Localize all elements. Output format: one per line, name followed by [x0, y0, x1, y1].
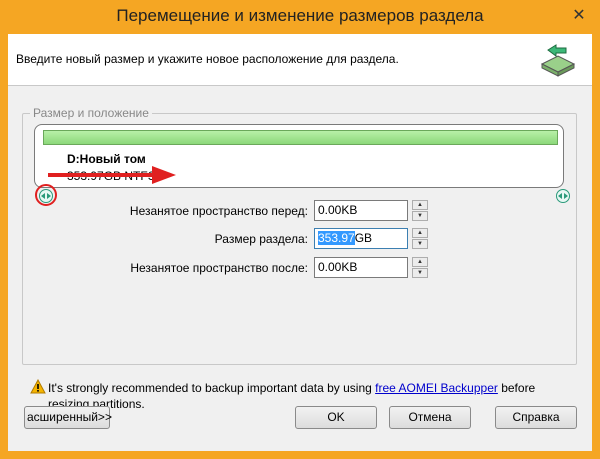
spin-down-icon[interactable]: ▼: [412, 239, 428, 249]
dialog-window: Перемещение и изменение размеров раздела…: [0, 0, 600, 459]
warning-text-before: It's strongly recommended to backup impo…: [48, 381, 376, 395]
advanced-button[interactable]: асширенный>>: [24, 406, 112, 429]
disk-move-icon: [540, 44, 576, 77]
cancel-button[interactable]: Отмена: [389, 406, 471, 429]
help-button[interactable]: Справка: [495, 406, 577, 429]
partition-size-spinner[interactable]: ▲ ▼: [412, 228, 428, 249]
dialog-client: Введите новый размер и укажите новое рас…: [8, 34, 592, 451]
close-button[interactable]: ✕: [568, 6, 590, 26]
title-bar[interactable]: Перемещение и изменение размеров раздела…: [0, 0, 600, 34]
instruction-text: Введите новый размер и укажите новое рас…: [16, 52, 399, 66]
unalloc-before-input[interactable]: 0.00KB: [314, 200, 408, 221]
partition-bar[interactable]: [43, 130, 558, 145]
partition-name: D:Новый том: [67, 152, 146, 166]
selected-size-value: 353.97: [318, 231, 355, 245]
partition-size-input[interactable]: 353.97GB: [314, 228, 408, 249]
spin-up-icon[interactable]: ▲: [412, 200, 428, 210]
size-unit: GB: [354, 231, 373, 245]
unalloc-before-label: Незанятое пространство перед:: [129, 204, 308, 218]
ok-button[interactable]: OK: [295, 406, 377, 429]
unalloc-after-label: Незанятое пространство после:: [130, 261, 308, 275]
unalloc-after-spinner[interactable]: ▲ ▼: [412, 257, 428, 278]
backupper-link[interactable]: free AOMEI Backupper: [375, 381, 498, 395]
dialog-header: Введите новый размер и укажите новое рас…: [8, 34, 592, 86]
highlight-circle: [35, 184, 57, 206]
right-resize-handle-icon[interactable]: [556, 189, 570, 203]
spin-down-icon[interactable]: ▼: [412, 211, 428, 221]
warning-icon: [30, 379, 46, 394]
spin-up-icon[interactable]: ▲: [412, 257, 428, 267]
unalloc-before-spinner[interactable]: ▲ ▼: [412, 200, 428, 221]
spin-down-icon[interactable]: ▼: [412, 268, 428, 278]
window-title: Перемещение и изменение размеров раздела: [116, 6, 484, 25]
red-arrow-icon: [48, 166, 176, 184]
spin-up-icon[interactable]: ▲: [412, 228, 428, 238]
group-legend: Размер и положение: [30, 106, 152, 120]
unalloc-after-input[interactable]: 0.00KB: [314, 257, 408, 278]
partition-size-label: Размер раздела:: [214, 232, 308, 246]
